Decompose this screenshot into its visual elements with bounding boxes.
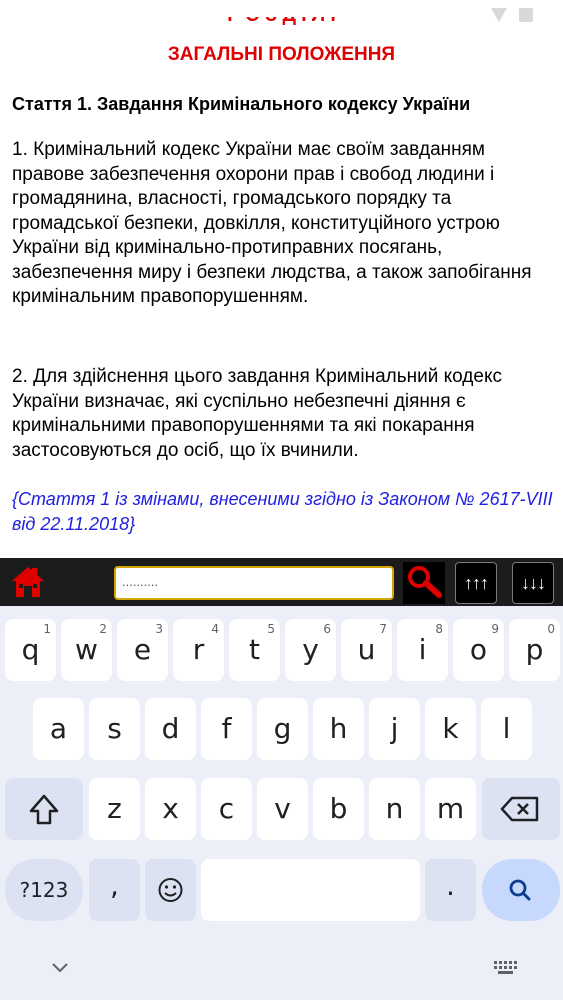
chapter-number: Р О З Д І Л I: [0, 17, 563, 27]
backspace-icon: [500, 796, 539, 822]
key-c[interactable]: c: [201, 778, 252, 840]
key-d[interactable]: d: [145, 698, 196, 760]
key-r[interactable]: 4r: [173, 619, 224, 681]
key-k[interactable]: k: [425, 698, 476, 760]
backspace-key[interactable]: [482, 778, 560, 840]
key-z[interactable]: z: [89, 778, 140, 840]
key-n[interactable]: n: [369, 778, 420, 840]
key-e[interactable]: 3e: [117, 619, 168, 681]
keyboard-icon[interactable]: [490, 953, 520, 983]
key-v[interactable]: v: [257, 778, 308, 840]
home-icon: [12, 567, 44, 597]
home-button[interactable]: [10, 564, 46, 600]
key-h[interactable]: h: [313, 698, 364, 760]
key-m[interactable]: m: [425, 778, 476, 840]
comma-key[interactable]: ,: [89, 859, 140, 921]
shift-key[interactable]: [5, 778, 83, 840]
search-icon: [509, 879, 531, 901]
key-f[interactable]: f: [201, 698, 252, 760]
article-paragraph-2: 2. Для здійснення цього завдання Криміна…: [12, 366, 502, 461]
article-paragraph-1: 1. Кримінальний кодекс України має своїм…: [12, 139, 532, 307]
space-key[interactable]: [201, 859, 420, 921]
key-g[interactable]: g: [257, 698, 308, 760]
chevron-down-icon[interactable]: [45, 953, 75, 983]
key-q[interactable]: 1q: [5, 619, 56, 681]
search-action-key[interactable]: [482, 859, 560, 921]
search-button[interactable]: [403, 562, 445, 604]
key-i[interactable]: 8i: [397, 619, 448, 681]
amendment-note[interactable]: {Стаття 1 із змінами, внесеними згідно і…: [12, 487, 560, 537]
emoji-key[interactable]: [145, 859, 196, 921]
search-input[interactable]: ..........: [114, 566, 394, 600]
key-u[interactable]: 7u: [341, 619, 392, 681]
key-j[interactable]: j: [369, 698, 420, 760]
key-b[interactable]: b: [313, 778, 364, 840]
previous-match-button[interactable]: ↑↑↑: [455, 562, 497, 604]
key-x[interactable]: x: [145, 778, 196, 840]
magnifier-icon: [403, 562, 445, 604]
chapter-title: ЗАГАЛЬНІ ПОЛОЖЕННЯ: [167, 44, 396, 65]
article-heading: Стаття 1. Завдання Кримінального кодексу…: [12, 94, 471, 114]
key-y[interactable]: 6y: [285, 619, 336, 681]
shift-icon: [29, 794, 59, 825]
keyboard-navigation-bar: [0, 940, 563, 1000]
key-w[interactable]: 2w: [61, 619, 112, 681]
key-t[interactable]: 5t: [229, 619, 280, 681]
key-l[interactable]: l: [481, 698, 532, 760]
period-key[interactable]: .: [425, 859, 476, 921]
key-p[interactable]: 0p: [509, 619, 560, 681]
key-o[interactable]: 9o: [453, 619, 504, 681]
next-match-button[interactable]: ↓↓↓: [512, 562, 554, 604]
key-s[interactable]: s: [89, 698, 140, 760]
numbers-key[interactable]: ?123: [5, 859, 83, 921]
key-a[interactable]: a: [33, 698, 84, 760]
emoji-icon: [158, 878, 183, 902]
article-content: Р О З Д І Л I ЗАГАЛЬНІ ПОЛОЖЕННЯ Стаття …: [0, 0, 563, 558]
